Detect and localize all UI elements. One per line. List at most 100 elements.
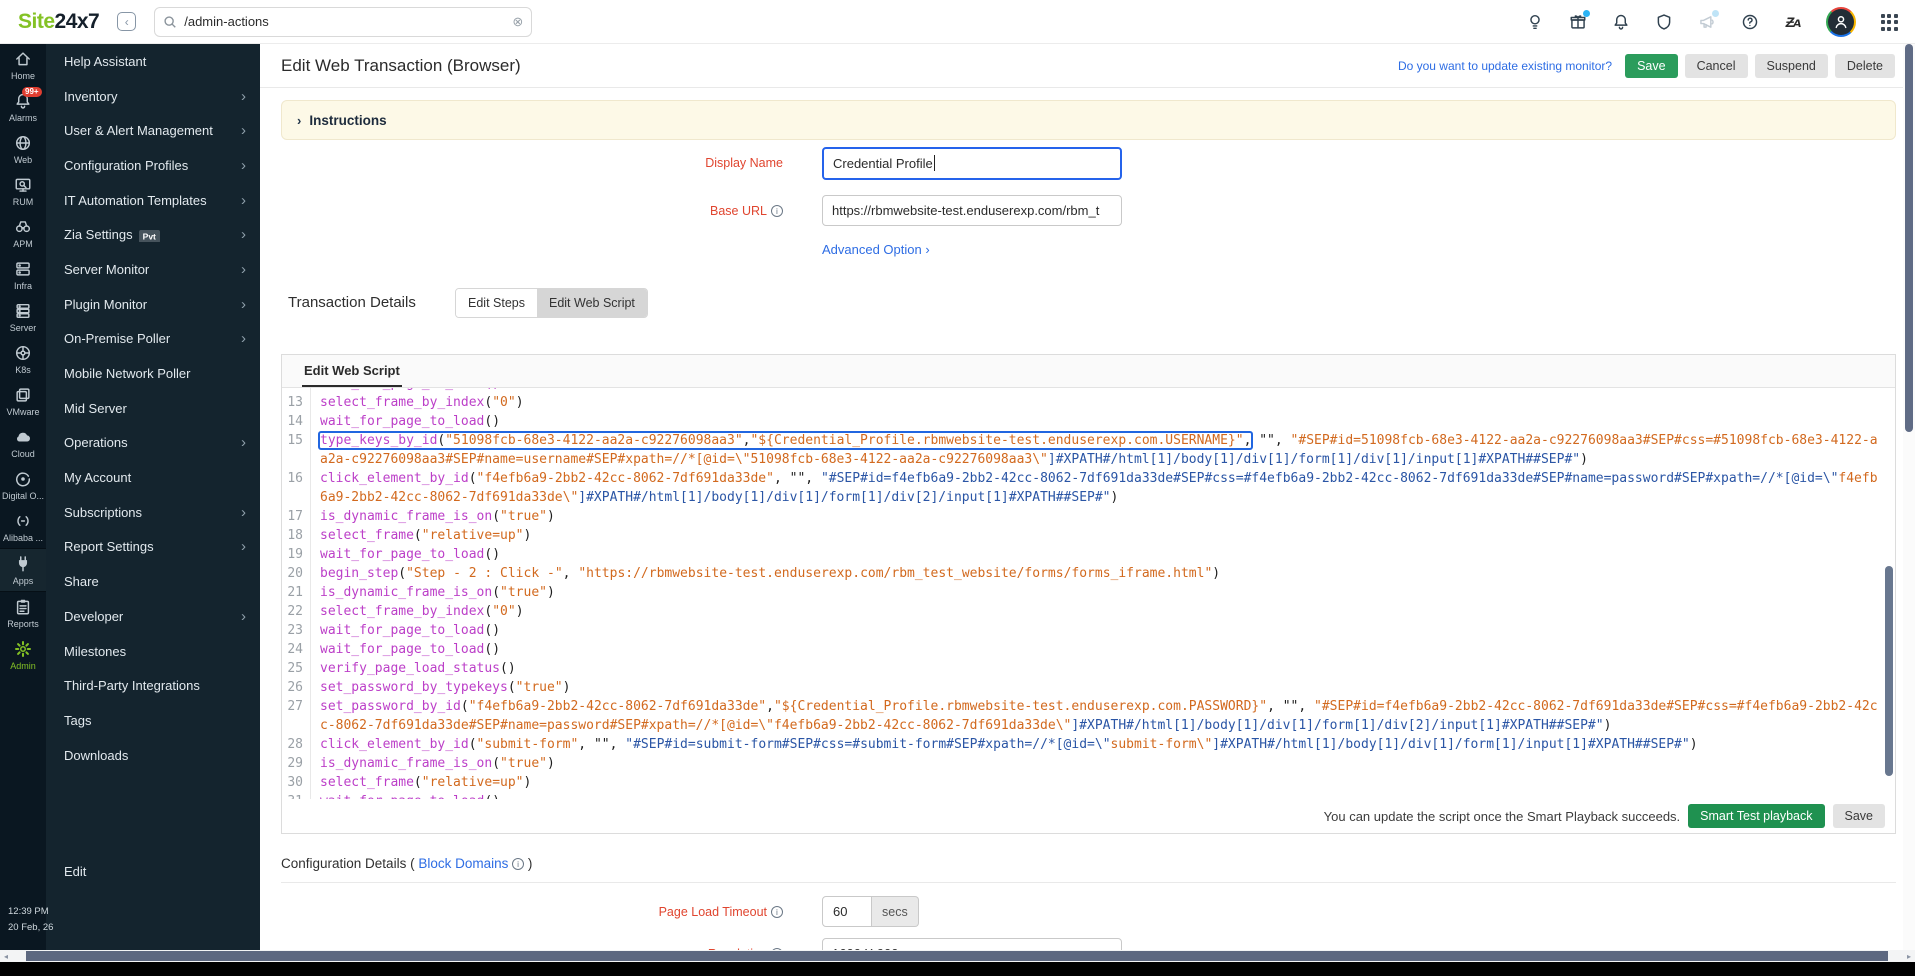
code-line[interactable]: 25verify_page_load_status()	[282, 659, 1895, 678]
instructions-accordion[interactable]: › Instructions	[281, 100, 1896, 140]
display-name-input[interactable]: Credential Profile	[822, 147, 1122, 180]
megaphone-icon[interactable]	[1697, 12, 1717, 32]
sidebar-item-share[interactable]: Share	[46, 564, 260, 599]
smart-test-playback-button[interactable]: Smart Test playback	[1688, 804, 1824, 828]
rail-item-home[interactable]: Home	[0, 44, 46, 86]
bell-icon[interactable]	[1611, 12, 1631, 32]
help-icon[interactable]	[1740, 12, 1760, 32]
block-domains-link[interactable]: Block Domains	[418, 856, 508, 871]
sidebar-item-mobile-network-poller[interactable]: Mobile Network Poller	[46, 356, 260, 391]
suspend-button[interactable]: Suspend	[1755, 54, 1828, 78]
avatar-icon[interactable]	[1826, 7, 1856, 37]
sidebar-item-developer[interactable]: Developer›	[46, 599, 260, 634]
rail-item-web[interactable]: Web	[0, 128, 46, 170]
sidebar-item-subscriptions[interactable]: Subscriptions›	[46, 495, 260, 530]
code-line[interactable]: 30select_frame("relative=up")	[282, 773, 1895, 792]
code-line[interactable]: 14wait_for_page_to_load()	[282, 412, 1895, 431]
sidebar-item-mid-server[interactable]: Mid Server	[46, 391, 260, 426]
sidebar-item-it-automation-templates[interactable]: IT Automation Templates›	[46, 183, 260, 218]
code-line[interactable]: 20begin_step("Step - 2 : Click -", "http…	[282, 564, 1895, 583]
sidebar-item-tags[interactable]: Tags	[46, 703, 260, 738]
rail-item-apps[interactable]: Apps	[0, 548, 46, 592]
save-button[interactable]: Save	[1625, 54, 1678, 78]
page-scrollbar[interactable]	[1903, 44, 1915, 950]
horizontal-scrollbar[interactable]: ◂ ▸	[0, 950, 1915, 962]
gift-icon[interactable]	[1568, 12, 1588, 32]
rail-item-rum[interactable]: RUM	[0, 170, 46, 212]
page-load-timeout-input[interactable]: 60	[822, 896, 872, 927]
code-line[interactable]: 13select_frame_by_index("0")	[282, 393, 1895, 412]
rail-item-server[interactable]: Server	[0, 296, 46, 338]
search-input[interactable]: /admin-actions	[184, 14, 512, 29]
sidebar-item-on-premise-poller[interactable]: On-Premise Poller›	[46, 322, 260, 357]
sidebar-item-plugin-monitor[interactable]: Plugin Monitor›	[46, 287, 260, 322]
zia-icon[interactable]: Ƶᴀ	[1783, 12, 1803, 32]
search-clear-icon[interactable]: ⊗	[512, 14, 523, 30]
main-content: Edit Web Transaction (Browser) Do you wa…	[260, 44, 1915, 952]
code-line[interactable]: 28click_element_by_id("submit-form", "",…	[282, 735, 1895, 754]
shield-icon[interactable]	[1654, 12, 1674, 32]
code-line[interactable]: 27set_password_by_id("f4efb6a9-2bb2-42cc…	[282, 697, 1895, 735]
rail-item-alarms[interactable]: Alarms99+	[0, 86, 46, 128]
sidebar-item-help-assistant[interactable]: Help Assistant	[46, 44, 260, 79]
edit-steps-toggle[interactable]: Edit Steps	[456, 289, 537, 317]
sidebar-item-zia-settings[interactable]: Zia SettingsPvt›	[46, 217, 260, 252]
cancel-button[interactable]: Cancel	[1685, 54, 1748, 78]
code-line[interactable]: 23wait_for_page_to_load()	[282, 621, 1895, 640]
code-line[interactable]: 24wait_for_page_to_load()	[282, 640, 1895, 659]
code-line[interactable]: 16click_element_by_id("f4efb6a9-2bb2-42c…	[282, 469, 1895, 507]
site24x7-logo[interactable]: Site24x7	[18, 10, 99, 34]
chevron-right-icon: ›	[241, 538, 246, 555]
scroll-right-icon[interactable]: ▸	[1903, 950, 1915, 962]
rail-item-infra[interactable]: Infra	[0, 254, 46, 296]
sidebar-item-operations[interactable]: Operations›	[46, 426, 260, 461]
sidebar-item-user-alert-management[interactable]: User & Alert Management›	[46, 113, 260, 148]
apps-grid-icon[interactable]	[1879, 12, 1899, 32]
edit-web-script-toggle[interactable]: Edit Web Script	[537, 289, 647, 317]
advanced-option-link[interactable]: Advanced Option ›	[822, 242, 930, 257]
tab-edit-web-script[interactable]: Edit Web Script	[302, 355, 402, 387]
code-line[interactable]: 22select_frame_by_index("0")	[282, 602, 1895, 621]
info-icon[interactable]: i	[771, 205, 783, 217]
page-scrollbar-thumb[interactable]	[1905, 44, 1913, 432]
rail-item-digital-o-[interactable]: Digital O...	[0, 464, 46, 506]
script-save-button[interactable]: Save	[1833, 804, 1886, 828]
code-editor[interactable]: wait_for_page_to_load()13select_frame_by…	[282, 388, 1895, 799]
code-line[interactable]: 17is_dynamic_frame_is_on("true")	[282, 507, 1895, 526]
rail-item-admin[interactable]: Admin	[0, 634, 46, 676]
code-line[interactable]: 31wait_for_page_to_load()	[282, 792, 1895, 799]
rail-item-apm[interactable]: APM	[0, 212, 46, 254]
update-existing-monitor-link[interactable]: Do you want to update existing monitor?	[1398, 59, 1612, 73]
sidebar-item-inventory[interactable]: Inventory›	[46, 79, 260, 114]
code-line[interactable]: 26set_password_by_typekeys("true")	[282, 678, 1895, 697]
rail-item-cloud[interactable]: Cloud	[0, 422, 46, 464]
rail-item-reports[interactable]: Reports	[0, 592, 46, 634]
sidebar-item-configuration-profiles[interactable]: Configuration Profiles›	[46, 148, 260, 183]
code-line[interactable]: 29is_dynamic_frame_is_on("true")	[282, 754, 1895, 773]
sidebar-item-my-account[interactable]: My Account	[46, 460, 260, 495]
code-line[interactable]: 15type_keys_by_id("51098fcb-68e3-4122-aa…	[282, 431, 1895, 469]
sidebar-item-milestones[interactable]: Milestones	[46, 634, 260, 669]
editor-scrollbar-thumb[interactable]	[1885, 566, 1893, 776]
sidebar-item-report-settings[interactable]: Report Settings›	[46, 530, 260, 565]
code-line[interactable]: 19wait_for_page_to_load()	[282, 545, 1895, 564]
info-icon[interactable]: i	[512, 858, 524, 870]
rail-item-vmware[interactable]: VMware	[0, 380, 46, 422]
base-url-input[interactable]: https://rbmwebsite-test.enduserexp.com/r…	[822, 195, 1122, 226]
sidebar-collapse-icon[interactable]: ‹	[117, 12, 136, 31]
lightbulb-icon[interactable]	[1525, 12, 1545, 32]
rail-item-alibaba-[interactable]: Alibaba ...	[0, 506, 46, 548]
highlighted-code-selection: type_keys_by_id("51098fcb-68e3-4122-aa2a…	[320, 433, 1251, 448]
rail-item-k8s[interactable]: K8s	[0, 338, 46, 380]
info-icon[interactable]: i	[771, 906, 783, 918]
sidebar-item-downloads[interactable]: Downloads	[46, 738, 260, 773]
code-line[interactable]: 18select_frame("relative=up")	[282, 526, 1895, 545]
sidebar-item-server-monitor[interactable]: Server Monitor›	[46, 252, 260, 287]
global-search[interactable]: /admin-actions ⊗	[154, 7, 532, 37]
horizontal-scrollbar-thumb[interactable]	[26, 951, 1888, 961]
sidebar-item-edit[interactable]: Edit	[46, 854, 260, 888]
sidebar-item-third-party-integrations[interactable]: Third-Party Integrations	[46, 668, 260, 703]
delete-button[interactable]: Delete	[1835, 54, 1895, 78]
scroll-left-icon[interactable]: ◂	[0, 950, 12, 962]
code-line[interactable]: 21is_dynamic_frame_is_on("true")	[282, 583, 1895, 602]
